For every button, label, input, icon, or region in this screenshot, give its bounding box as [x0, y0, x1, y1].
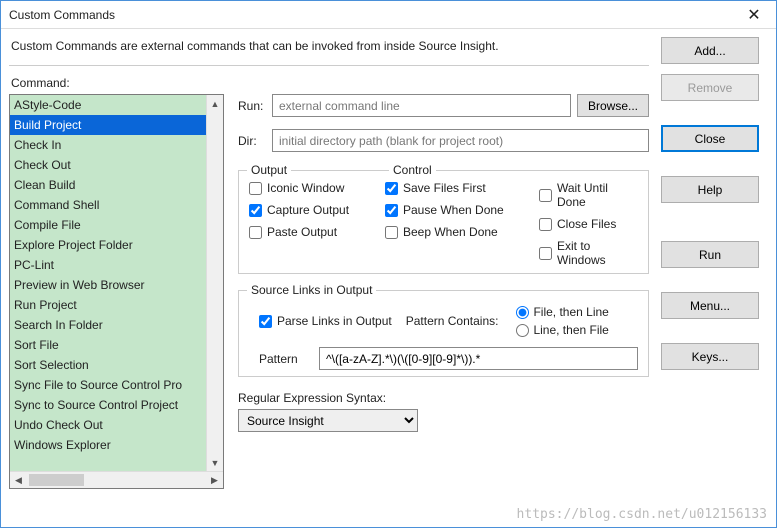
run-button[interactable]: Run — [661, 241, 759, 268]
dir-label: Dir: — [238, 134, 266, 148]
add-button[interactable]: Add... — [661, 37, 759, 64]
source-links-group: Source Links in Output Parse Links in Ou… — [238, 290, 649, 377]
list-item[interactable]: Check Out — [10, 155, 223, 175]
regex-syntax-label: Regular Expression Syntax: — [238, 391, 649, 405]
output-control-group: Output Control Iconic Window Capture Out… — [238, 170, 649, 274]
description-text: Custom Commands are external commands th… — [11, 39, 649, 53]
paste-output-checkbox[interactable]: Paste Output — [249, 225, 379, 239]
scroll-down-icon[interactable]: ▼ — [207, 454, 223, 471]
command-label: Command: — [11, 76, 224, 90]
iconic-window-checkbox[interactable]: Iconic Window — [249, 181, 379, 195]
close-files-checkbox[interactable]: Close Files — [539, 217, 638, 231]
horizontal-scrollbar[interactable]: ◀ ▶ — [10, 471, 223, 488]
list-item[interactable]: Preview in Web Browser — [10, 275, 223, 295]
help-button[interactable]: Help — [661, 176, 759, 203]
list-item[interactable]: Check In — [10, 135, 223, 155]
scroll-right-icon[interactable]: ▶ — [206, 472, 223, 488]
pattern-contains-label: Pattern Contains: — [406, 314, 499, 328]
scroll-left-icon[interactable]: ◀ — [10, 472, 27, 488]
remove-button[interactable]: Remove — [661, 74, 759, 101]
pause-when-done-checkbox[interactable]: Pause When Done — [385, 203, 539, 217]
pattern-label: Pattern — [249, 352, 309, 366]
list-item[interactable]: Compile File — [10, 215, 223, 235]
keys-button[interactable]: Keys... — [661, 343, 759, 370]
run-input[interactable] — [272, 94, 571, 117]
browse-button[interactable]: Browse... — [577, 94, 649, 117]
divider — [9, 65, 649, 66]
list-item[interactable]: Explore Project Folder — [10, 235, 223, 255]
list-item[interactable]: Sync File to Source Control Pro — [10, 375, 223, 395]
save-files-first-checkbox[interactable]: Save Files First — [385, 181, 539, 195]
list-item[interactable]: Sort File — [10, 335, 223, 355]
close-button[interactable]: Close — [661, 125, 759, 152]
run-label: Run: — [238, 99, 266, 113]
list-item[interactable]: Command Shell — [10, 195, 223, 215]
list-item[interactable]: Clean Build — [10, 175, 223, 195]
list-item[interactable]: AStyle-Code — [10, 95, 223, 115]
file-then-line-radio[interactable]: File, then Line — [516, 305, 608, 319]
scroll-up-icon[interactable]: ▲ — [207, 95, 223, 112]
output-legend: Output — [247, 163, 291, 177]
exit-to-windows-checkbox[interactable]: Exit to Windows — [539, 239, 638, 267]
window-title: Custom Commands — [9, 8, 115, 22]
line-then-file-radio[interactable]: Line, then File — [516, 323, 608, 337]
source-links-legend: Source Links in Output — [247, 283, 376, 297]
wait-until-done-checkbox[interactable]: Wait Until Done — [539, 181, 638, 209]
control-legend: Control — [389, 163, 436, 177]
list-item[interactable]: Windows Explorer — [10, 435, 223, 455]
capture-output-checkbox[interactable]: Capture Output — [249, 203, 379, 217]
dir-input[interactable] — [272, 129, 649, 152]
title-bar: Custom Commands ✕ — [1, 1, 776, 29]
window-close-button[interactable]: ✕ — [732, 1, 776, 29]
list-item[interactable]: Sync to Source Control Project — [10, 395, 223, 415]
pattern-input[interactable] — [319, 347, 638, 370]
beep-when-done-checkbox[interactable]: Beep When Done — [385, 225, 539, 239]
watermark-text: https://blog.csdn.net/u012156133 — [517, 507, 767, 522]
vertical-scrollbar[interactable]: ▲ ▼ — [206, 95, 223, 471]
h-scroll-thumb[interactable] — [29, 474, 84, 486]
list-item[interactable]: Sort Selection — [10, 355, 223, 375]
menu-button[interactable]: Menu... — [661, 292, 759, 319]
regex-syntax-select[interactable]: Source Insight — [238, 409, 418, 432]
list-item[interactable]: Search In Folder — [10, 315, 223, 335]
command-listbox[interactable]: AStyle-CodeBuild ProjectCheck InCheck Ou… — [9, 94, 224, 489]
list-item[interactable]: Undo Check Out — [10, 415, 223, 435]
list-item[interactable]: Run Project — [10, 295, 223, 315]
list-item[interactable]: PC-Lint — [10, 255, 223, 275]
list-item[interactable]: Build Project — [10, 115, 223, 135]
parse-links-checkbox[interactable]: Parse Links in Output — [259, 314, 392, 328]
